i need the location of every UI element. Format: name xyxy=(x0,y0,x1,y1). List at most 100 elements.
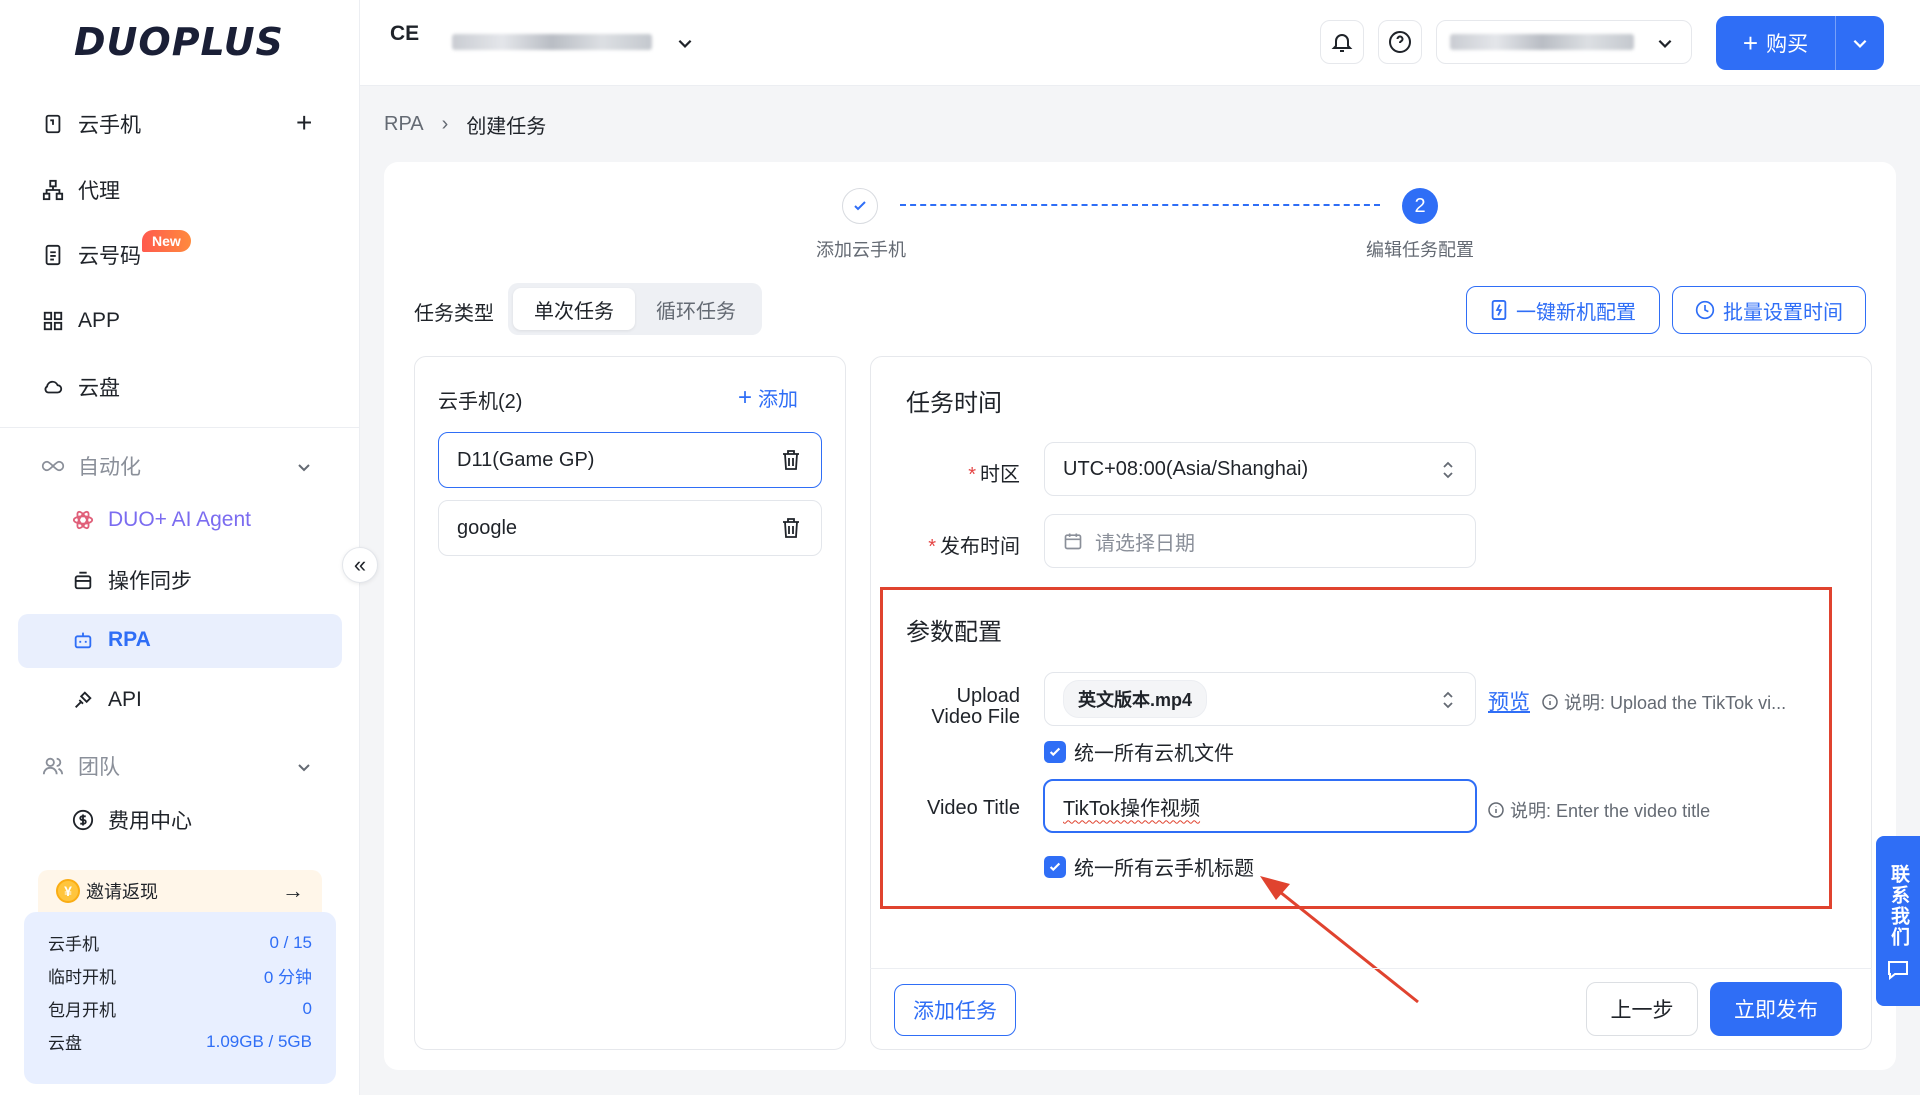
video-title-input[interactable]: TikTok操作视频 xyxy=(1043,779,1477,833)
breadcrumb-root[interactable]: RPA xyxy=(384,113,424,136)
trash-icon[interactable] xyxy=(781,517,801,539)
sidebar-group-team[interactable]: 团队 xyxy=(40,746,120,786)
sidebar-item-ai-agent[interactable]: DUO+ AI Agent xyxy=(70,500,251,540)
breadcrumb: RPA › 创建任务 xyxy=(384,110,546,139)
sidebar-group-automation[interactable]: 自动化 xyxy=(40,446,141,486)
buy-button-group: + 购买 xyxy=(1716,16,1884,70)
new-badge: New xyxy=(142,230,191,252)
arrow-right-icon: → xyxy=(282,878,304,903)
sidebar-item-cloud-number[interactable]: 云号码 xyxy=(40,235,141,275)
workspace-initials[interactable]: CE xyxy=(390,22,419,46)
dollar-icon xyxy=(70,807,96,833)
sidebar-item-cloud-phone[interactable]: 云手机 xyxy=(40,104,141,144)
sim-icon xyxy=(40,242,66,268)
sidebar-item-app[interactable]: APP xyxy=(40,301,120,341)
add-cloud-phone-button[interactable]: + xyxy=(296,109,312,137)
network-icon xyxy=(40,177,66,203)
brand-logo[interactable]: DUOPLUS xyxy=(74,20,284,64)
chevron-down-icon[interactable] xyxy=(296,459,312,475)
new-device-config-button[interactable]: 一键新机配置 xyxy=(1466,286,1660,334)
phone-name: google xyxy=(457,516,518,539)
phone-list-item[interactable]: google xyxy=(438,500,822,556)
batch-time-button[interactable]: 批量设置时间 xyxy=(1672,286,1866,334)
buy-button[interactable]: + 购买 xyxy=(1716,16,1836,70)
publish-date-input[interactable]: 请选择日期 xyxy=(1044,514,1476,568)
sidebar-item-label: 代理 xyxy=(78,180,120,203)
calendar-icon xyxy=(1064,533,1082,550)
sidebar-item-billing[interactable]: 费用中心 xyxy=(70,800,192,840)
sidebar-item-label: 操作同步 xyxy=(108,570,192,593)
plus-icon: + xyxy=(738,383,753,411)
task-time-title: 任务时间 xyxy=(906,390,1002,417)
preview-link[interactable]: 预览 xyxy=(1488,686,1530,716)
upload-note: 说明: Upload the TikTok vi... xyxy=(1542,689,1786,715)
double-chevron-left-icon: « xyxy=(353,552,367,577)
sidebar-item-rpa[interactable]: RPA xyxy=(70,620,151,660)
stat-row: 临时开机 0 分钟 xyxy=(48,959,312,992)
notifications-button[interactable] xyxy=(1320,20,1364,64)
sidebar-item-label: API xyxy=(108,688,142,711)
upload-label-line2: Video File xyxy=(931,706,1020,728)
group-header-label: 自动化 xyxy=(78,456,141,479)
publish-now-button[interactable]: 立即发布 xyxy=(1710,982,1842,1036)
sidebar-item-proxy[interactable]: 代理 xyxy=(40,170,120,210)
checkbox-checked-icon xyxy=(1044,855,1066,878)
workspace-name-redacted[interactable] xyxy=(452,34,652,50)
sidebar-item-api[interactable]: API xyxy=(70,680,142,720)
upload-label-line1: Upload xyxy=(956,685,1020,707)
chevron-down-icon[interactable] xyxy=(676,34,694,52)
timezone-select[interactable]: UTC+08:00(Asia/Shanghai) xyxy=(1044,442,1476,496)
sidebar-item-label: APP xyxy=(78,309,121,332)
updown-chevron-icon xyxy=(1443,691,1453,709)
sidebar-item-label: 云号码 xyxy=(78,245,141,268)
task-type-label: 任务类型 xyxy=(414,303,494,325)
batch-time-label: 批量设置时间 xyxy=(1723,301,1843,324)
infinity-icon xyxy=(40,453,66,479)
new-device-config-label: 一键新机配置 xyxy=(1516,301,1636,324)
step-2-label: 编辑任务配置 xyxy=(1366,240,1474,260)
chevron-down-icon[interactable] xyxy=(1656,34,1674,52)
sidebar-item-cloud-disk[interactable]: 云盘 xyxy=(40,367,120,407)
chevron-down-icon xyxy=(1853,39,1867,48)
ai-agent-icon xyxy=(70,507,96,533)
add-phone-label: 添加 xyxy=(758,389,799,411)
contact-us-tab[interactable]: 联系我们 xyxy=(1876,836,1920,1006)
stat-value: 1.09GB / 5GB xyxy=(206,1031,312,1051)
unify-files-checkbox[interactable]: 统一所有云机文件 xyxy=(1044,737,1234,766)
stat-row: 云盘 1.09GB / 5GB xyxy=(48,1025,312,1058)
sidebar-item-label: 费用中心 xyxy=(108,810,192,833)
unify-title-checkbox[interactable]: 统一所有云手机标题 xyxy=(1044,852,1254,881)
publish-date-placeholder: 请选择日期 xyxy=(1095,532,1195,555)
chevron-down-icon[interactable] xyxy=(296,759,312,775)
sidebar-item-sync[interactable]: 操作同步 xyxy=(70,560,192,600)
upload-video-select[interactable]: 英文版本.mp4 xyxy=(1044,672,1476,726)
info-icon xyxy=(1488,802,1504,818)
timezone-label-text: 时区 xyxy=(980,464,1020,486)
sidebar-item-label: 云手机 xyxy=(78,114,141,137)
prev-step-button[interactable]: 上一步 xyxy=(1586,982,1698,1036)
help-button[interactable] xyxy=(1378,20,1422,64)
upload-video-label: Upload Video File xyxy=(900,686,1020,728)
task-type-segmented: 单次任务 循环任务 xyxy=(508,283,762,335)
unify-files-label: 统一所有云机文件 xyxy=(1074,743,1234,765)
add-phone-button[interactable]: + 添加 xyxy=(738,383,798,412)
help-icon xyxy=(1389,31,1411,53)
step-1-done xyxy=(842,188,878,224)
cloud-phone-list-title: 云手机(2) xyxy=(438,391,523,413)
stat-row: 包月开机 0 xyxy=(48,992,312,1025)
phone-list-item[interactable]: D11(Game GP) xyxy=(438,432,822,488)
collapse-sidebar-button[interactable]: « xyxy=(342,547,378,583)
task-type-single[interactable]: 单次任务 xyxy=(513,288,635,330)
sidebar-item-label: 云盘 xyxy=(78,377,120,400)
invite-cashback-banner[interactable]: ¥ 邀请返现 → xyxy=(38,870,322,912)
add-task-button[interactable]: 添加任务 xyxy=(894,984,1016,1036)
task-type-loop[interactable]: 循环任务 xyxy=(635,288,757,330)
video-title-value: TikTok操作视频 xyxy=(1063,797,1201,820)
buy-label: 购买 xyxy=(1766,33,1809,56)
buy-dropdown-button[interactable] xyxy=(1836,34,1884,52)
file-tag: 英文版本.mp4 xyxy=(1063,680,1208,718)
cloud-icon xyxy=(40,374,66,400)
coin-icon: ¥ xyxy=(56,879,80,903)
usage-stats-panel: 云手机 0 / 15 临时开机 0 分钟 包月开机 0 云盘 1.09GB / 5GB xyxy=(24,912,336,1084)
trash-icon[interactable] xyxy=(781,449,801,471)
